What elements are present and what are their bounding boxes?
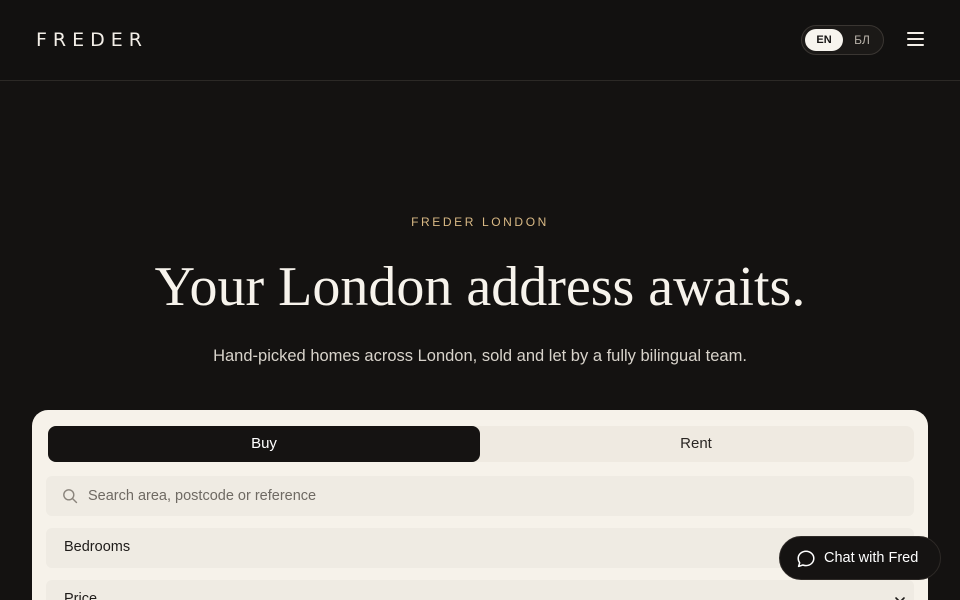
language-option-alt[interactable]: БЛ: [843, 29, 881, 51]
chevron-down-icon: [895, 597, 905, 600]
tab-buy[interactable]: Buy: [48, 426, 480, 462]
tab-rent[interactable]: Rent: [480, 426, 912, 462]
price-label: Price: [64, 591, 98, 600]
language-switch[interactable]: EN БЛ: [801, 25, 884, 55]
hero-subtitle: Hand-picked homes across London, sold an…: [213, 347, 747, 365]
chat-button-label: Chat with Fred: [824, 550, 919, 566]
hero-title: Your London address awaits.: [154, 256, 806, 318]
search-field[interactable]: [46, 476, 914, 516]
hamburger-menu-icon[interactable]: [907, 32, 924, 46]
site-header: FREDER EN БЛ: [0, 0, 960, 81]
hero-eyebrow: FREDER LONDON: [411, 215, 549, 229]
search-input[interactable]: [88, 476, 888, 516]
search-tabs: Buy Rent: [48, 426, 914, 462]
chat-with-fred-button[interactable]: Chat with Fred: [779, 536, 941, 580]
chat-bubble-icon: [797, 550, 815, 568]
bedrooms-label: Bedrooms: [64, 539, 131, 555]
price-select[interactable]: Price: [46, 580, 914, 600]
search-icon: [63, 489, 78, 504]
language-option-en[interactable]: EN: [805, 29, 843, 51]
logo[interactable]: FREDER: [36, 29, 148, 51]
